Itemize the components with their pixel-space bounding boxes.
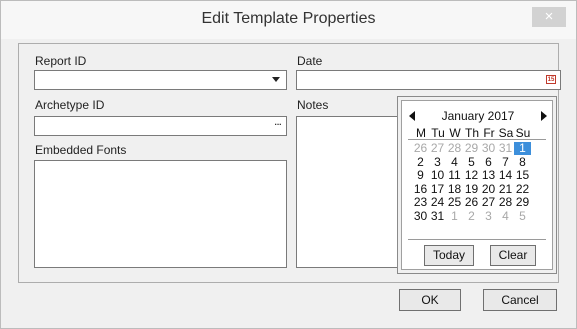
calendar-footer-divider	[408, 239, 546, 240]
calendar-day[interactable]: 5	[463, 155, 480, 169]
calendar-day[interactable]: 17	[429, 182, 446, 196]
embedded-fonts-label: Embedded Fonts	[35, 143, 127, 157]
calendar-day[interactable]: 3	[429, 155, 446, 169]
calendar-day-other-month[interactable]: 30	[480, 142, 497, 155]
calendar-day[interactable]: 19	[463, 182, 480, 196]
calendar-day[interactable]: 31	[429, 210, 446, 223]
calendar-day[interactable]: 2	[412, 155, 429, 169]
title-bar: Edit Template Properties ×	[1, 1, 576, 39]
weekday-header: Tu	[431, 126, 445, 140]
notes-textarea[interactable]	[296, 116, 398, 268]
calendar-day[interactable]: 23	[412, 196, 429, 209]
calendar-day[interactable]: 18	[446, 182, 463, 196]
calendar-day[interactable]: 14	[497, 169, 514, 182]
calendar-day[interactable]: 9	[412, 169, 429, 182]
calendar-day-other-month[interactable]: 3	[480, 210, 497, 223]
calendar-month-year: January 2017	[441, 109, 515, 123]
weekday-header: Su	[515, 126, 531, 140]
weekday-header: Sa	[498, 126, 514, 140]
next-month-icon[interactable]	[541, 111, 547, 121]
calendar-day[interactable]: 25	[446, 196, 463, 209]
calendar-header: January 2017	[405, 109, 551, 125]
calendar-day-other-month[interactable]: 2	[463, 210, 480, 223]
calendar-day-other-month[interactable]: 5	[514, 210, 531, 223]
calendar-day[interactable]: 28	[497, 196, 514, 209]
embedded-fonts-list[interactable]	[34, 160, 287, 268]
calendar-day[interactable]: 21	[497, 182, 514, 196]
calendar-day[interactable]: 22	[514, 182, 531, 196]
report-id-dropdown[interactable]	[34, 70, 287, 90]
calendar-day-other-month[interactable]: 31	[497, 142, 514, 155]
calendar-day[interactable]: 30	[412, 210, 429, 223]
calendar-day[interactable]: 27	[480, 196, 497, 209]
cancel-button[interactable]: Cancel	[483, 289, 557, 311]
calendar-day-other-month[interactable]: 29	[463, 142, 480, 155]
calendar-day-other-month[interactable]: 27	[429, 142, 446, 155]
notes-label: Notes	[297, 98, 329, 112]
calendar-day[interactable]: 7	[497, 155, 514, 169]
calendar-day[interactable]: 15	[514, 169, 531, 182]
calendar-day[interactable]: 26	[463, 196, 480, 209]
clear-button[interactable]: Clear	[490, 245, 536, 266]
browse-ellipsis-button[interactable]: ...	[274, 114, 282, 128]
calendar-day[interactable]: 4	[446, 155, 463, 169]
calendar-day-other-month[interactable]: 28	[446, 142, 463, 155]
dialog-title: Edit Template Properties	[201, 10, 376, 27]
calendar-day[interactable]: 11	[446, 169, 463, 182]
calendar-day[interactable]: 6	[480, 155, 497, 169]
report-id-label: Report ID	[35, 54, 87, 68]
date-label: Date	[297, 54, 323, 68]
calendar-day[interactable]: 24	[429, 196, 446, 209]
archetype-id-label: Archetype ID	[35, 98, 105, 112]
archetype-id-field[interactable]: ...	[34, 114, 287, 136]
calendar-day[interactable]: 29	[514, 196, 531, 209]
close-icon: ×	[544, 8, 554, 25]
calendar-day[interactable]: 13	[480, 169, 497, 182]
calendar-day[interactable]: 20	[480, 182, 497, 196]
calendar-day[interactable]: 10	[429, 169, 446, 182]
calendar-day-other-month[interactable]: 26	[412, 142, 429, 155]
chevron-down-icon[interactable]	[272, 77, 280, 82]
calendar-day-other-month[interactable]: 4	[497, 210, 514, 223]
ok-button[interactable]: OK	[399, 289, 461, 311]
date-picker-popup: January 2017 M Tu W Th Fr Sa Su 26 27 28 29 30 31 1 2 3…	[397, 96, 557, 274]
calendar-day[interactable]: 8	[514, 155, 531, 169]
close-button[interactable]: ×	[532, 7, 566, 27]
calendar-day[interactable]: 1	[514, 142, 531, 155]
weekday-header: W	[449, 126, 461, 140]
weekday-header: M	[416, 126, 426, 140]
calendar-day-other-month[interactable]: 1	[446, 210, 463, 223]
weekday-header: Fr	[483, 126, 495, 140]
calendar-icon[interactable]: 15	[546, 75, 556, 84]
date-field[interactable]: 15	[296, 70, 561, 90]
weekday-divider	[408, 139, 546, 140]
today-button[interactable]: Today	[424, 245, 474, 266]
calendar-day[interactable]: 12	[463, 169, 480, 182]
calendar-day[interactable]: 16	[412, 182, 429, 196]
calendar-body: January 2017 M Tu W Th Fr Sa Su 26 27 28 29 30 31 1 2 3…	[401, 100, 553, 270]
edit-template-dialog: Edit Template Properties × Report ID Dat…	[0, 0, 577, 329]
weekday-header: Th	[464, 126, 479, 140]
